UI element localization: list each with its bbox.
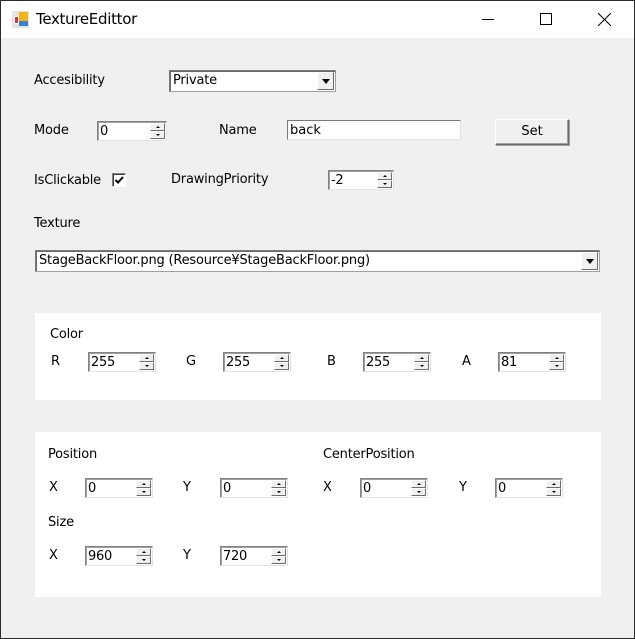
drawing-priority-input[interactable] bbox=[331, 172, 381, 188]
chevron-down-icon[interactable] bbox=[317, 72, 334, 90]
texture-dropdown[interactable]: StageBackFloor.png (Resource¥StageBackFl… bbox=[35, 250, 600, 272]
spin-down-icon[interactable] bbox=[411, 488, 426, 496]
texture-editor-window: TextureEdittor Accesibility Private Mode… bbox=[0, 0, 635, 639]
accessibility-dropdown[interactable]: Private bbox=[169, 70, 336, 92]
size-y-stepper[interactable] bbox=[220, 546, 288, 566]
color-a-label: A bbox=[462, 354, 471, 369]
name-field[interactable] bbox=[287, 120, 461, 140]
position-y-label: Y bbox=[183, 480, 191, 495]
texture-value: StageBackFloor.png (Resource¥StageBackFl… bbox=[39, 253, 370, 268]
accessibility-value: Private bbox=[173, 73, 217, 88]
spin-up-icon[interactable] bbox=[139, 354, 154, 362]
spin-down-icon[interactable] bbox=[150, 131, 165, 139]
mode-input[interactable] bbox=[100, 123, 150, 139]
is-clickable-checkbox[interactable] bbox=[112, 173, 126, 187]
spin-down-icon[interactable] bbox=[414, 362, 429, 370]
spin-up-icon[interactable] bbox=[136, 548, 151, 556]
set-button[interactable]: Set bbox=[495, 119, 569, 145]
spin-up-icon[interactable] bbox=[549, 354, 564, 362]
spin-down-icon[interactable] bbox=[139, 362, 154, 370]
name-label: Name bbox=[219, 123, 257, 138]
spin-down-icon[interactable] bbox=[271, 488, 286, 496]
drawing-priority-stepper[interactable] bbox=[328, 170, 394, 190]
spin-up-icon[interactable] bbox=[377, 172, 392, 180]
spin-up-icon[interactable] bbox=[136, 480, 151, 488]
spin-up-icon[interactable] bbox=[150, 123, 165, 131]
checkmark-icon bbox=[115, 176, 124, 184]
name-input[interactable] bbox=[290, 122, 455, 138]
spin-up-icon[interactable] bbox=[411, 480, 426, 488]
size-x-stepper[interactable] bbox=[85, 546, 153, 566]
position-x-input[interactable] bbox=[88, 480, 138, 496]
maximize-icon bbox=[540, 13, 552, 25]
position-title: Position bbox=[48, 447, 98, 462]
center-y-stepper[interactable] bbox=[495, 478, 563, 498]
mode-stepper[interactable] bbox=[97, 121, 167, 141]
color-b-input[interactable] bbox=[366, 354, 416, 370]
color-r-input[interactable] bbox=[91, 354, 141, 370]
size-y-label: Y bbox=[183, 548, 191, 563]
accessibility-label: Accesibility bbox=[34, 73, 105, 88]
color-a-stepper[interactable] bbox=[498, 352, 566, 372]
window-title: TextureEdittor bbox=[36, 10, 137, 28]
color-panel: Color R G B A bbox=[35, 313, 601, 400]
minimize-button[interactable] bbox=[465, 1, 511, 38]
spin-down-icon[interactable] bbox=[377, 180, 392, 188]
color-a-input[interactable] bbox=[501, 354, 551, 370]
spin-up-icon[interactable] bbox=[546, 480, 561, 488]
center-x-label: X bbox=[323, 480, 332, 495]
chevron-down-icon[interactable] bbox=[581, 252, 598, 270]
spin-down-icon[interactable] bbox=[546, 488, 561, 496]
size-x-label: X bbox=[49, 548, 58, 563]
size-x-input[interactable] bbox=[88, 548, 138, 564]
mode-label: Mode bbox=[34, 123, 69, 138]
close-button[interactable] bbox=[581, 1, 627, 38]
size-title: Size bbox=[48, 515, 74, 530]
position-y-input[interactable] bbox=[223, 480, 273, 496]
color-g-input[interactable] bbox=[226, 354, 276, 370]
spin-down-icon[interactable] bbox=[274, 362, 289, 370]
center-position-title: CenterPosition bbox=[323, 447, 415, 462]
spin-down-icon[interactable] bbox=[271, 556, 286, 564]
spin-down-icon[interactable] bbox=[549, 362, 564, 370]
position-x-stepper[interactable] bbox=[85, 478, 153, 498]
minimize-icon bbox=[482, 19, 494, 20]
spin-down-icon[interactable] bbox=[136, 488, 151, 496]
spin-up-icon[interactable] bbox=[274, 354, 289, 362]
texture-label: Texture bbox=[34, 216, 81, 231]
title-bar[interactable]: TextureEdittor bbox=[1, 1, 634, 38]
spin-down-icon[interactable] bbox=[136, 556, 151, 564]
drawing-priority-label: DrawingPriority bbox=[171, 172, 269, 187]
color-g-label: G bbox=[186, 354, 196, 369]
size-y-input[interactable] bbox=[223, 548, 273, 564]
center-y-input[interactable] bbox=[498, 480, 548, 496]
spin-up-icon[interactable] bbox=[271, 480, 286, 488]
maximize-button[interactable] bbox=[523, 1, 569, 38]
app-icon bbox=[12, 11, 29, 28]
close-icon bbox=[598, 13, 611, 26]
position-x-label: X bbox=[49, 480, 58, 495]
is-clickable-label: IsClickable bbox=[34, 173, 101, 188]
position-y-stepper[interactable] bbox=[220, 478, 288, 498]
spin-up-icon[interactable] bbox=[271, 548, 286, 556]
center-y-label: Y bbox=[459, 480, 467, 495]
color-b-label: B bbox=[327, 354, 336, 369]
color-g-stepper[interactable] bbox=[223, 352, 291, 372]
color-r-label: R bbox=[51, 354, 60, 369]
center-x-stepper[interactable] bbox=[360, 478, 428, 498]
center-x-input[interactable] bbox=[363, 480, 413, 496]
color-b-stepper[interactable] bbox=[363, 352, 431, 372]
color-title: Color bbox=[50, 327, 83, 342]
transform-panel: Position X Y CenterPosition X Y Size X Y bbox=[35, 432, 601, 597]
spin-up-icon[interactable] bbox=[414, 354, 429, 362]
color-r-stepper[interactable] bbox=[88, 352, 156, 372]
